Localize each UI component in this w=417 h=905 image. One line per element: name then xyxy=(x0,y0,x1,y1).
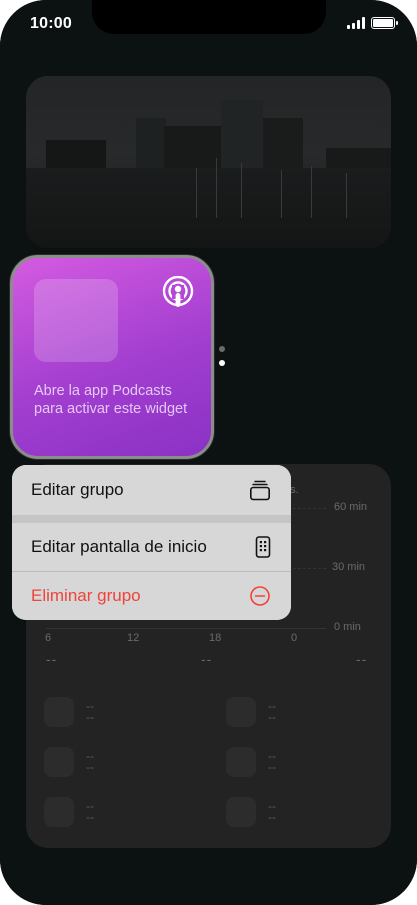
app-time: -- xyxy=(86,810,94,824)
widget-stack-page-dots xyxy=(219,346,225,366)
app-icon-placeholder xyxy=(226,747,256,777)
total-value: -- xyxy=(356,651,368,667)
chart-baseline xyxy=(46,628,326,629)
status-time: 10:00 xyxy=(30,15,72,32)
x-axis-label: 12 xyxy=(127,632,140,644)
y-axis-label: 60 min xyxy=(334,501,368,513)
x-axis-label: 0 xyxy=(291,632,298,644)
podcast-artwork-placeholder xyxy=(34,279,118,362)
app-usage-row: -- -- xyxy=(226,797,276,827)
app-time: -- xyxy=(268,810,276,824)
menu-item-label: Eliminar grupo xyxy=(31,586,141,605)
widget-context-menu: Editar grupo Editar pantalla de inicio E… xyxy=(12,465,291,620)
app-usage-row: -- -- xyxy=(44,697,94,727)
photo-water xyxy=(26,168,391,248)
menu-item-remove-group[interactable]: Eliminar grupo xyxy=(12,572,291,620)
photo-mast xyxy=(281,170,282,218)
menu-item-edit-home-screen[interactable]: Editar pantalla de inicio xyxy=(12,523,291,571)
podcasts-icon xyxy=(162,276,194,307)
total-value: -- xyxy=(201,651,213,667)
podcasts-widget[interactable]: Abre la app Podcasts para activar este w… xyxy=(10,255,214,459)
photo-mast xyxy=(216,158,217,218)
phone-apps-icon xyxy=(255,536,271,558)
x-axis-label: 18 xyxy=(209,632,222,644)
photos-widget[interactable] xyxy=(26,76,391,248)
signal-icon xyxy=(347,17,365,29)
status-icons xyxy=(347,17,398,29)
page-dot-active xyxy=(219,360,225,366)
app-icon-placeholder xyxy=(44,747,74,777)
app-time: -- xyxy=(268,710,276,724)
stack-icon xyxy=(249,480,270,501)
app-time: -- xyxy=(86,710,94,724)
photo-mast xyxy=(311,166,312,218)
app-usage-row: -- -- xyxy=(44,797,94,827)
app-icon-placeholder xyxy=(44,697,74,727)
app-icon-placeholder xyxy=(226,797,256,827)
total-value: -- xyxy=(46,651,58,667)
x-axis-label: 6 xyxy=(45,632,52,644)
page-dot xyxy=(219,346,225,352)
app-icon-placeholder xyxy=(44,797,74,827)
photo-mast xyxy=(346,173,347,218)
photo-building xyxy=(221,100,263,178)
app-usage-row: -- -- xyxy=(226,697,276,727)
battery-icon xyxy=(371,17,398,29)
app-time: -- xyxy=(86,760,94,774)
app-usage-row: -- -- xyxy=(226,747,276,777)
phone-frame: 10:00 Abre la app Podcasts para activar … xyxy=(0,0,417,905)
app-icon-placeholder xyxy=(226,697,256,727)
y-axis-label: 0 min xyxy=(334,621,361,633)
notch xyxy=(92,0,326,34)
minus-circle-icon xyxy=(250,586,270,606)
menu-item-label: Editar pantalla de inicio xyxy=(31,537,207,556)
podcast-widget-message: Abre la app Podcasts para activar este w… xyxy=(34,383,188,417)
home-screen: 10:00 Abre la app Podcasts para activar … xyxy=(0,0,417,905)
menu-section-divider xyxy=(12,515,291,523)
app-usage-row: -- -- xyxy=(44,747,94,777)
photo-mast xyxy=(196,168,197,218)
photo-mast xyxy=(241,163,242,218)
y-axis-label: 30 min xyxy=(332,561,366,573)
menu-item-edit-group[interactable]: Editar grupo xyxy=(12,465,291,515)
app-time: -- xyxy=(268,760,276,774)
menu-item-label: Editar grupo xyxy=(31,480,124,499)
